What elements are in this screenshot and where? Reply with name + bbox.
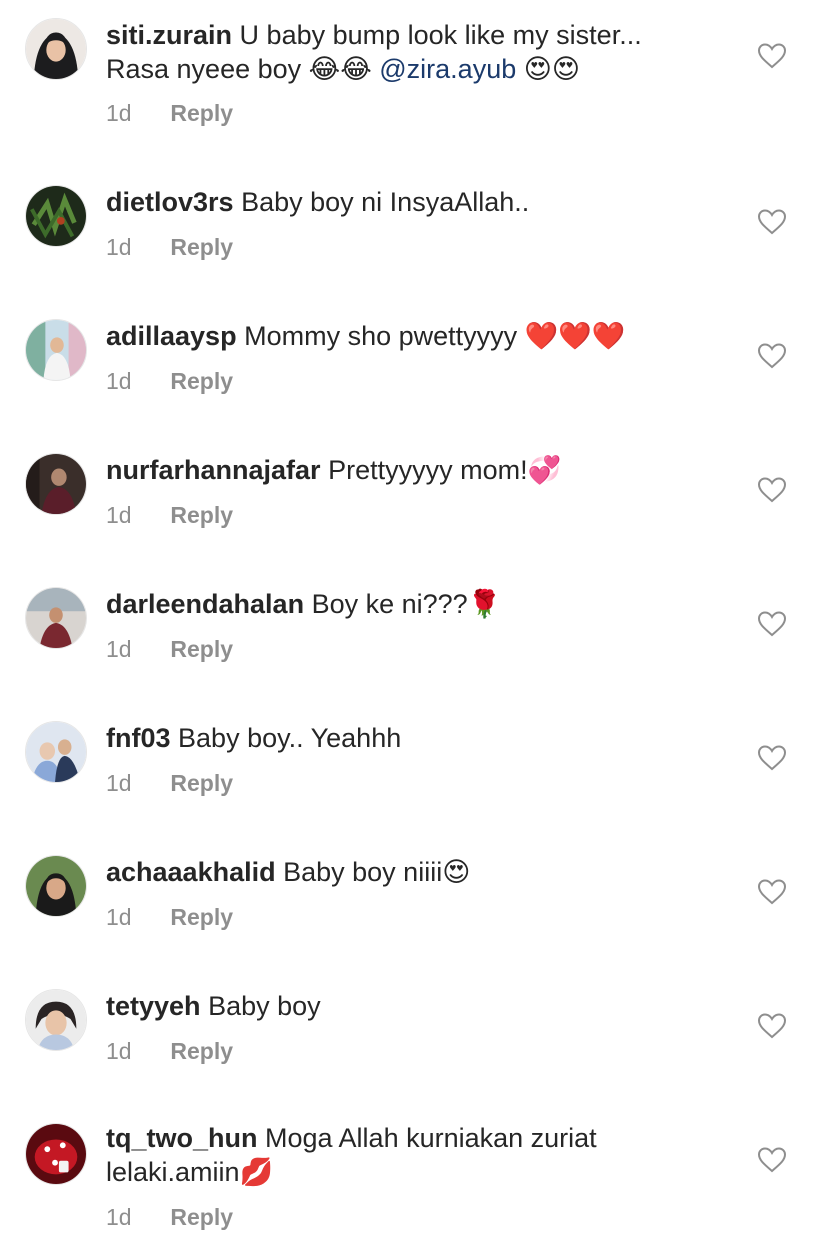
- avatar[interactable]: [25, 1123, 87, 1185]
- timestamp: 1d: [106, 904, 132, 930]
- comment-username[interactable]: tq_two_hun: [106, 1123, 257, 1153]
- comment-body: achaaakhalid Baby boy niiii😍: [106, 855, 726, 890]
- reply-button[interactable]: Reply: [170, 636, 233, 662]
- timestamp: 1d: [106, 368, 132, 394]
- comment-meta: 1d Reply: [106, 502, 233, 529]
- comment-meta: 1d Reply: [106, 1204, 233, 1231]
- avatar[interactable]: [25, 989, 87, 1051]
- avatar[interactable]: [25, 319, 87, 381]
- comment-text: Baby boy ni InsyaAllah..: [241, 187, 530, 217]
- comment-username[interactable]: tetyyeh: [106, 991, 201, 1021]
- comment-text: Boy ke ni???: [311, 589, 468, 619]
- avatar[interactable]: [25, 721, 87, 783]
- heart-icon[interactable]: [757, 611, 787, 637]
- comment-username[interactable]: dietlov3rs: [106, 187, 234, 217]
- timestamp: 1d: [106, 1204, 132, 1230]
- rose-emoji: 🌹: [467, 589, 502, 620]
- timestamp: 1d: [106, 1038, 132, 1064]
- reply-button[interactable]: Reply: [170, 100, 233, 126]
- reply-button[interactable]: Reply: [170, 502, 233, 528]
- timestamp: 1d: [106, 636, 132, 662]
- comment-text: Baby boy niiii: [283, 857, 443, 887]
- laughing-emoji: 😂😂: [308, 54, 372, 85]
- comment-text: Rasa nyeee boy: [106, 54, 309, 84]
- reply-button[interactable]: Reply: [170, 234, 233, 260]
- timestamp: 1d: [106, 100, 132, 126]
- comment-username[interactable]: siti.zurain: [106, 20, 232, 50]
- comment-text: Prettyyyyy mom!: [328, 455, 528, 485]
- avatar[interactable]: [25, 587, 87, 649]
- comment-text: U baby bump look like my sister...: [239, 20, 642, 50]
- comment-line: Rasa nyeee boy 😂😂 @zira.ayub 😍😍: [106, 52, 726, 87]
- comment-username[interactable]: nurfarhannajafar: [106, 455, 321, 485]
- avatar[interactable]: [25, 855, 87, 917]
- timestamp: 1d: [106, 770, 132, 796]
- comment-body: tetyyeh Baby boy: [106, 989, 726, 1023]
- two-hearts-emoji: 💞: [527, 455, 562, 486]
- red-heart-emoji: ❤️❤️❤️: [524, 321, 626, 352]
- comment-line: tq_two_hun Moga Allah kurniakan zuriat: [106, 1121, 726, 1155]
- comment-text: lelaki.amiin: [106, 1157, 240, 1187]
- comment-meta: 1d Reply: [106, 770, 233, 797]
- reply-button[interactable]: Reply: [170, 1038, 233, 1064]
- reply-button[interactable]: Reply: [170, 770, 233, 796]
- comment-body: tq_two_hun Moga Allah kurniakan zuriat l…: [106, 1121, 726, 1190]
- comment-meta: 1d Reply: [106, 636, 233, 663]
- avatar[interactable]: [25, 453, 87, 515]
- comment-text: Moga Allah kurniakan zuriat: [265, 1123, 597, 1153]
- heart-icon[interactable]: [757, 43, 787, 69]
- heart-icon[interactable]: [757, 209, 787, 235]
- comment-body: adillaaysp Mommy sho pwettyyyy ❤️❤️❤️: [106, 319, 726, 354]
- heart-icon[interactable]: [757, 1147, 787, 1173]
- heart-icon[interactable]: [757, 1013, 787, 1039]
- comment-text: Baby boy.. Yeahhh: [178, 723, 402, 753]
- comment-meta: 1d Reply: [106, 234, 233, 261]
- avatar[interactable]: [25, 185, 87, 247]
- comment-text: Mommy sho pwettyyyy: [244, 321, 525, 351]
- comment-body: nurfarhannajafar Prettyyyyy mom!💞: [106, 453, 726, 488]
- heart-icon[interactable]: [757, 879, 787, 905]
- timestamp: 1d: [106, 502, 132, 528]
- heart-eyes-emoji: 😍😍: [523, 54, 581, 85]
- heart-eyes-emoji: 😍: [442, 857, 471, 888]
- comment-username[interactable]: darleendahalan: [106, 589, 304, 619]
- comment-line: lelaki.amiin💋: [106, 1155, 726, 1190]
- kiss-mark-emoji: 💋: [239, 1157, 274, 1188]
- reply-button[interactable]: Reply: [170, 904, 233, 930]
- avatar[interactable]: [25, 18, 87, 80]
- heart-icon[interactable]: [757, 477, 787, 503]
- comment-text: Baby boy: [208, 991, 321, 1021]
- comment-username[interactable]: fnf03: [106, 723, 171, 753]
- comment-body: dietlov3rs Baby boy ni InsyaAllah..: [106, 185, 726, 219]
- mention-link[interactable]: @zira.ayub: [379, 54, 516, 84]
- timestamp: 1d: [106, 234, 132, 260]
- heart-icon[interactable]: [757, 343, 787, 369]
- heart-icon[interactable]: [757, 745, 787, 771]
- comment-meta: 1d Reply: [106, 368, 233, 395]
- comment-line: siti.zurain U baby bump look like my sis…: [106, 18, 726, 52]
- comment-body: darleendahalan Boy ke ni???🌹: [106, 587, 726, 622]
- comment-body: fnf03 Baby boy.. Yeahhh: [106, 721, 726, 755]
- comment-meta: 1d Reply: [106, 100, 233, 127]
- comment-meta: 1d Reply: [106, 1038, 233, 1065]
- reply-button[interactable]: Reply: [170, 368, 233, 394]
- comment-body: siti.zurain U baby bump look like my sis…: [106, 18, 726, 87]
- reply-button[interactable]: Reply: [170, 1204, 233, 1230]
- comment-username[interactable]: adillaaysp: [106, 321, 237, 351]
- comment-username[interactable]: achaaakhalid: [106, 857, 276, 887]
- comment-meta: 1d Reply: [106, 904, 233, 931]
